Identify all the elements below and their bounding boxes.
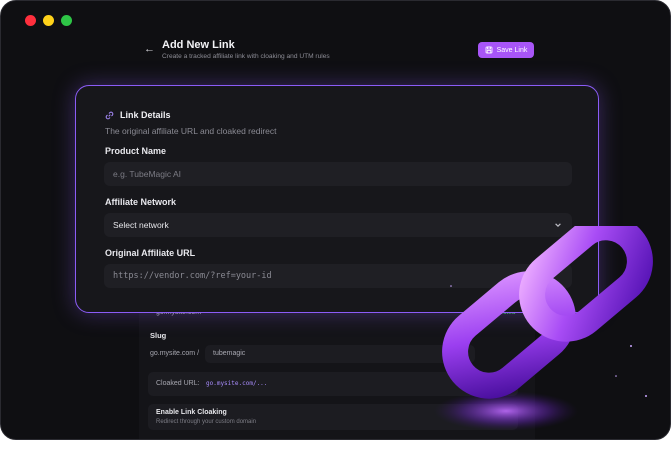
link-details-heading: Link Details — [105, 110, 171, 120]
affiliate-network-label: Affiliate Network — [105, 197, 177, 207]
product-name-label: Product Name — [105, 146, 167, 156]
affiliate-network-value: Select network — [113, 220, 169, 230]
slug-input[interactable]: tubemagic — [205, 345, 475, 363]
slug-label: Slug — [150, 331, 167, 340]
link-cloaking-title: Enable Link Cloaking — [156, 409, 227, 416]
save-link-button[interactable]: Save Link — [478, 42, 534, 58]
affiliate-url-input[interactable]: https://vendor.com/?ref=your-id — [104, 264, 572, 288]
affiliate-url-label: Original Affiliate URL — [105, 248, 196, 258]
save-link-label: Save Link — [496, 46, 528, 54]
app-window: ← Add New Link Create a tracked affiliat… — [0, 0, 671, 440]
affiliate-url-placeholder: https://vendor.com/?ref=your-id — [113, 271, 272, 281]
slug-value: tubemagic — [213, 350, 246, 357]
affiliate-network-select[interactable]: Select network — [104, 213, 572, 237]
link-cloaking-subtitle: Redirect through your custom domain — [156, 419, 257, 425]
cloaked-url-label: Cloaked URL: — [156, 380, 200, 387]
minimize-window-button[interactable] — [43, 15, 54, 26]
link-cloaking-toggle-row[interactable]: Enable Link Cloaking Redirect through yo… — [148, 404, 518, 430]
product-name-placeholder: e.g. TubeMagic AI — [113, 169, 182, 179]
arrow-left-icon[interactable]: ← — [144, 43, 155, 55]
save-icon — [485, 46, 493, 54]
page-subtitle: Create a tracked affiliate link with clo… — [162, 53, 330, 60]
link-icon — [105, 111, 114, 119]
link-details-subtitle: The original affiliate URL and cloaked r… — [105, 126, 277, 136]
close-window-button[interactable] — [25, 15, 36, 26]
link-details-title: Link Details — [120, 110, 171, 120]
page-title: Add New Link — [162, 39, 235, 51]
chevron-down-icon — [555, 223, 561, 228]
cloaked-url-value: go.mysite.com/... — [206, 380, 268, 387]
window-controls — [25, 15, 72, 26]
cloaked-url-row: Cloaked URL: go.mysite.com/... — [148, 372, 518, 396]
product-name-input[interactable]: e.g. TubeMagic AI — [104, 162, 572, 186]
maximize-window-button[interactable] — [61, 15, 72, 26]
slug-prefix: go.mysite.com / — [150, 350, 200, 357]
